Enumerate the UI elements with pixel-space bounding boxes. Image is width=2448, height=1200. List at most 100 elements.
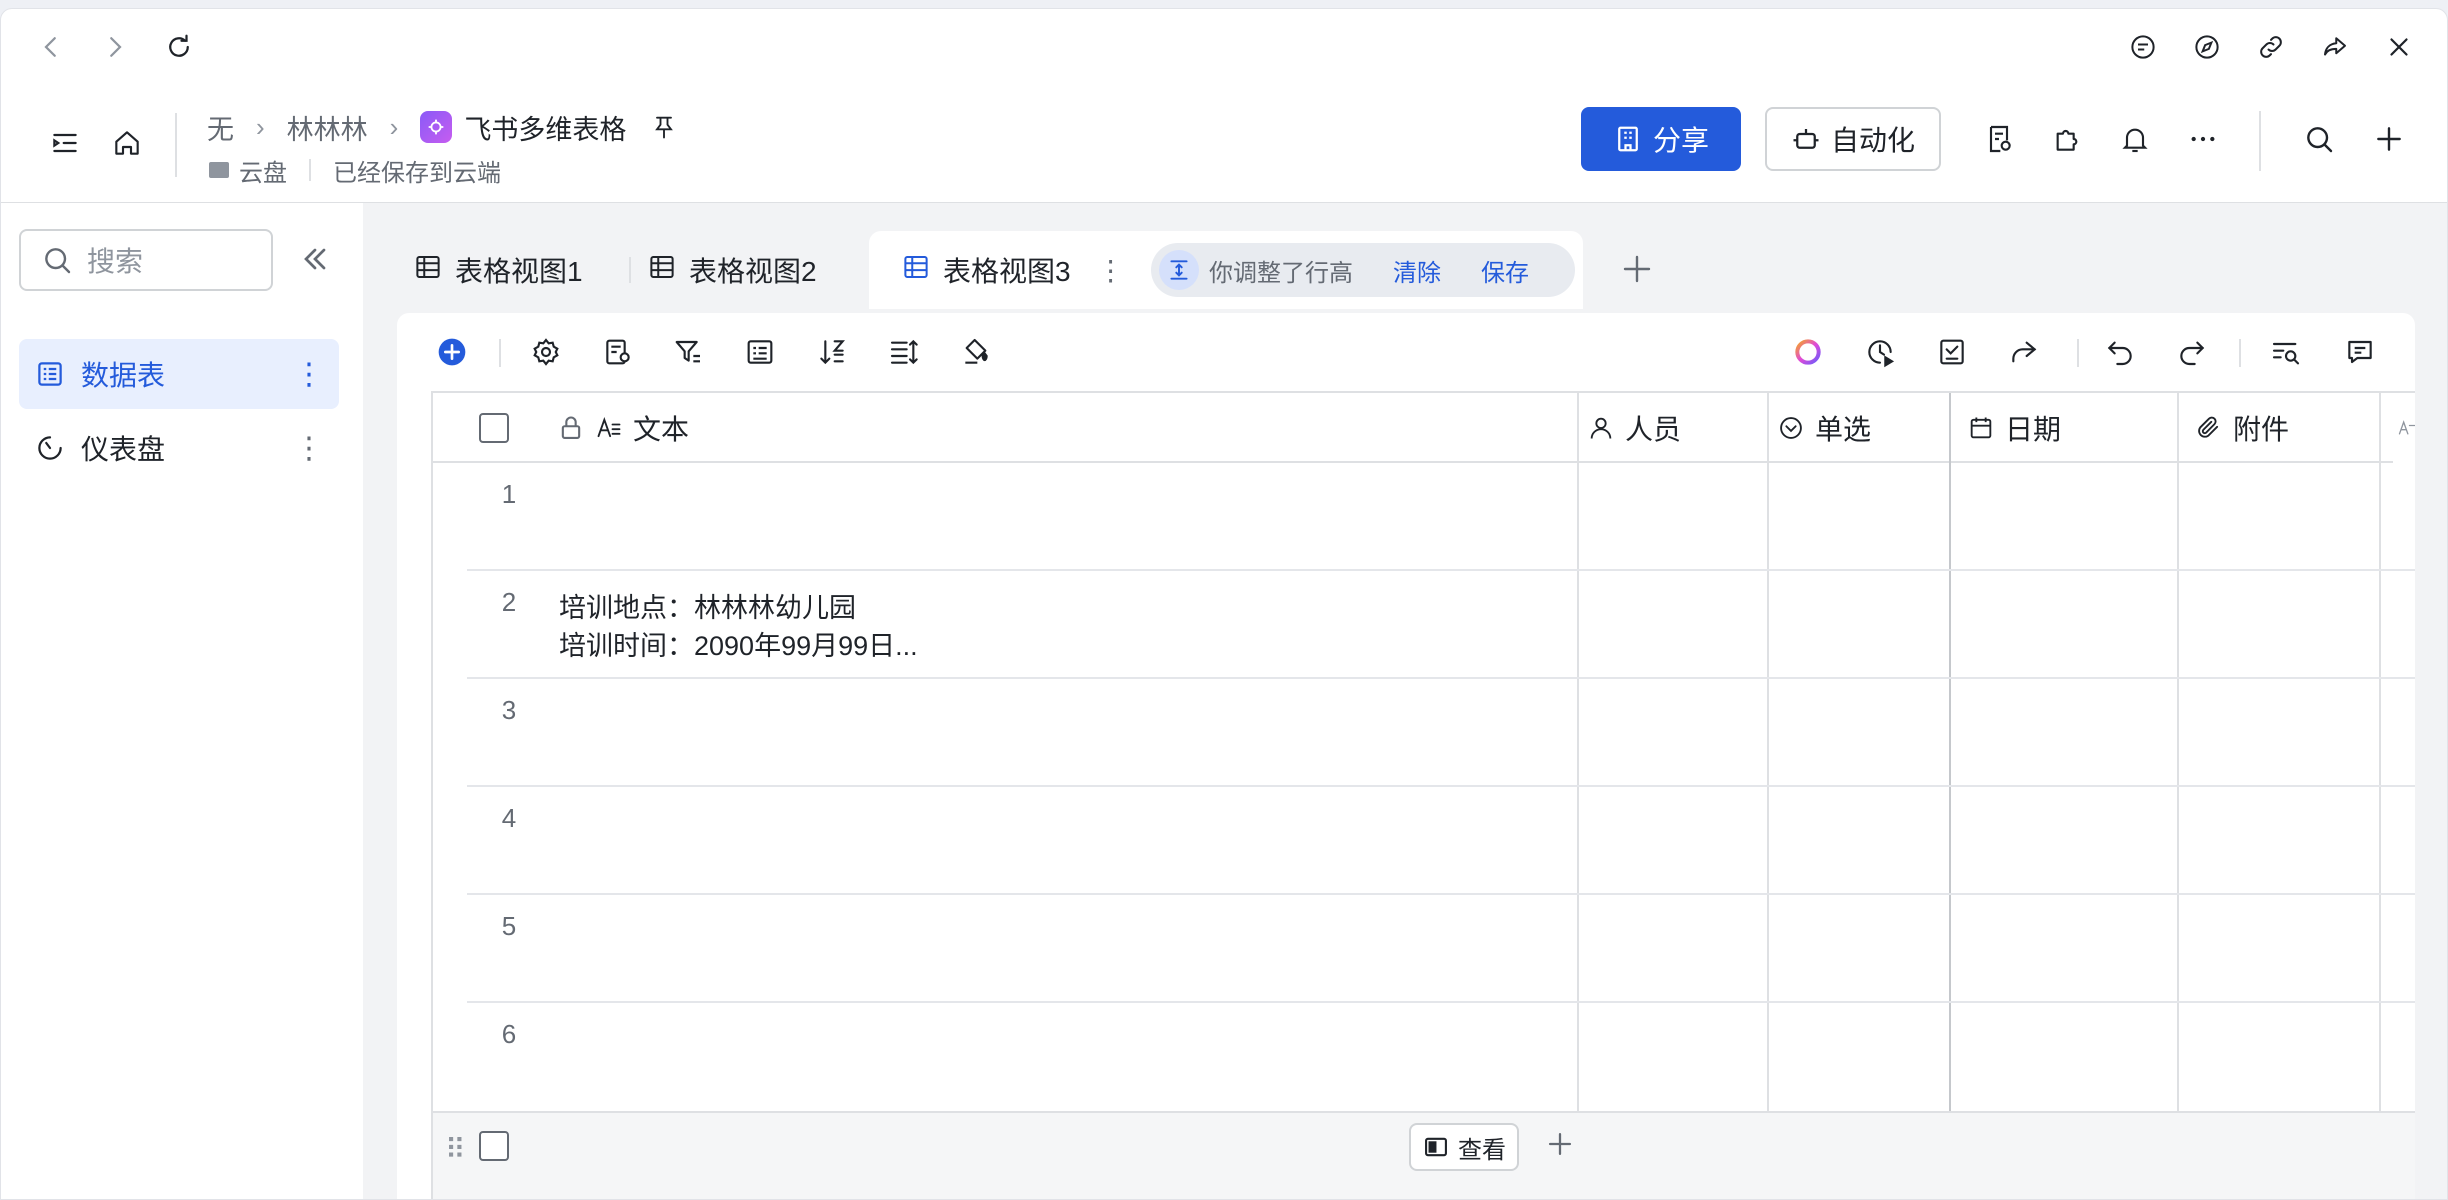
tab-label: 表格视图3 — [943, 256, 1071, 287]
ai-assistant-icon[interactable] — [1789, 333, 1827, 371]
row-checkbox[interactable] — [479, 1131, 509, 1161]
tab-view-1[interactable]: 表格视图1 — [413, 231, 583, 309]
panel-icon — [1425, 1137, 1447, 1157]
row-number: 3 — [501, 695, 517, 725]
back-icon[interactable] — [33, 29, 69, 65]
fill-color-icon[interactable] — [957, 333, 995, 371]
view-toolbar — [397, 313, 2415, 391]
refresh-icon[interactable] — [161, 29, 197, 65]
share-label: 分享 — [1652, 125, 1709, 156]
bell-icon[interactable] — [2115, 119, 2155, 159]
row-number: 4 — [501, 803, 517, 833]
forward-icon[interactable] — [97, 29, 133, 65]
more-vertical-icon[interactable]: ⋮ — [291, 356, 327, 392]
group-icon[interactable] — [741, 333, 779, 371]
table-row[interactable]: 3 — [467, 679, 2415, 787]
doc-title[interactable]: 飞书多维表格 — [464, 108, 626, 147]
breadcrumb: 无 › 林林林 › 飞书多维表格 — [207, 107, 678, 147]
grid-view-icon — [647, 252, 689, 289]
save-button[interactable]: 保存 — [1481, 253, 1529, 288]
comment-icon[interactable] — [2125, 29, 2161, 65]
breadcrumb-item-root[interactable]: 无 — [207, 108, 234, 147]
base-app-icon — [420, 111, 453, 143]
text-cell[interactable]: 培训地点：林林林幼儿园 培训时间：2090年99月99日... — [559, 589, 918, 665]
tab-label: 表格视图2 — [689, 256, 817, 287]
redo-icon[interactable] — [2173, 333, 2211, 371]
form-check-icon[interactable] — [1933, 333, 1971, 371]
filter-icon[interactable] — [669, 333, 707, 371]
sidebar-item-dashboard[interactable]: 仪表盘 ⋮ — [19, 413, 339, 483]
select-all-checkbox[interactable] — [479, 413, 509, 443]
table-panel: 文本 人员 单选 日期 附件 1 2 培训地点：林林林幼儿园 培训时间：2090… — [397, 313, 2415, 1199]
toolbar-divider — [499, 339, 501, 367]
table-row[interactable]: 4 — [467, 787, 2415, 895]
add-row-icon[interactable] — [1543, 1127, 1583, 1167]
lock-icon — [561, 416, 581, 439]
field-config-icon[interactable] — [599, 333, 637, 371]
row-height-icon — [1159, 250, 1199, 290]
row-number: 6 — [501, 1019, 517, 1049]
comment-icon[interactable] — [2341, 333, 2379, 371]
calendar-icon — [1970, 417, 1992, 439]
search-icon[interactable] — [2299, 119, 2339, 159]
more-vertical-icon[interactable]: ⋮ — [291, 430, 327, 466]
doc-info-icon[interactable] — [1979, 119, 2019, 159]
forward-share-icon[interactable] — [2317, 29, 2353, 65]
share-button[interactable]: 分享 — [1581, 107, 1741, 171]
breadcrumb-item-folder[interactable]: 林林林 — [287, 108, 368, 147]
find-icon[interactable] — [2267, 333, 2305, 371]
view-record-button[interactable]: 查看 — [1409, 1123, 1519, 1171]
main-area: 表格视图1 表格视图2 表格视图3 ⋮ 你调整了行高 清除 保存 文本 人员 单… — [363, 203, 2447, 1199]
add-view-icon[interactable] — [1619, 251, 1659, 291]
text-field-icon — [597, 417, 621, 438]
column-label: 附件 — [2233, 414, 2290, 445]
header-divider — [175, 113, 177, 177]
column-header-overflow[interactable] — [2397, 393, 2415, 463]
clear-button[interactable]: 清除 — [1393, 253, 1441, 288]
settings-icon[interactable] — [527, 333, 565, 371]
new-record-row: ⠿ 查看 — [433, 1111, 2415, 1199]
compass-icon[interactable] — [2189, 29, 2225, 65]
home-icon[interactable] — [107, 123, 147, 163]
table-row[interactable]: 2 培训地点：林林林幼儿园 培训时间：2090年99月99日... — [467, 571, 2415, 679]
link-icon[interactable] — [2253, 29, 2289, 65]
save-status: 已经保存到云端 — [333, 159, 501, 187]
add-icon[interactable] — [2369, 119, 2409, 159]
table-row[interactable]: 6 — [467, 1003, 2415, 1111]
grid-view-icon — [901, 252, 943, 289]
plugin-icon[interactable] — [2047, 119, 2087, 159]
row-height-notice: 你调整了行高 清除 保存 — [1151, 243, 1575, 297]
column-header-text[interactable]: 文本 — [557, 393, 1177, 463]
sidebar-item-table[interactable]: 数据表 ⋮ — [19, 339, 339, 409]
header-divider-right — [2259, 111, 2261, 171]
row-number: 5 — [501, 911, 517, 941]
tab-more-icon[interactable]: ⋮ — [1097, 254, 1125, 287]
more-icon[interactable] — [2183, 119, 2223, 159]
table-list-icon — [38, 362, 62, 386]
collapse-sidebar-icon[interactable] — [297, 241, 337, 281]
search-input[interactable]: 搜索 — [19, 229, 273, 291]
tab-view-2[interactable]: 表格视图2 — [647, 231, 817, 309]
add-record-icon[interactable] — [433, 333, 471, 371]
sidebar-toggle-icon[interactable] — [45, 123, 85, 163]
history-play-icon[interactable] — [1861, 333, 1899, 371]
column-header-date[interactable]: 日期 — [1967, 393, 2177, 463]
sidebar-item-label: 数据表 — [81, 360, 166, 391]
close-icon[interactable] — [2381, 29, 2417, 65]
sort-icon[interactable] — [813, 333, 851, 371]
share-view-icon[interactable] — [2005, 333, 2043, 371]
location-label[interactable]: 云盘 — [239, 153, 287, 188]
column-header-person[interactable]: 人员 — [1587, 393, 1767, 463]
column-header-attachment[interactable]: 附件 — [2195, 393, 2385, 463]
row-height-icon[interactable] — [885, 333, 923, 371]
undo-icon[interactable] — [2101, 333, 2139, 371]
column-label: 人员 — [1625, 414, 1682, 445]
column-header-single-select[interactable]: 单选 — [1777, 393, 1947, 463]
search-icon — [45, 248, 71, 274]
drag-handle-icon[interactable]: ⠿ — [445, 1133, 465, 1166]
automation-button[interactable]: 自动化 — [1765, 107, 1941, 171]
table-row[interactable]: 5 — [467, 895, 2415, 1003]
paperclip-icon — [2198, 416, 2219, 438]
pin-icon[interactable] — [650, 113, 678, 141]
table-row[interactable]: 1 — [467, 463, 2415, 571]
